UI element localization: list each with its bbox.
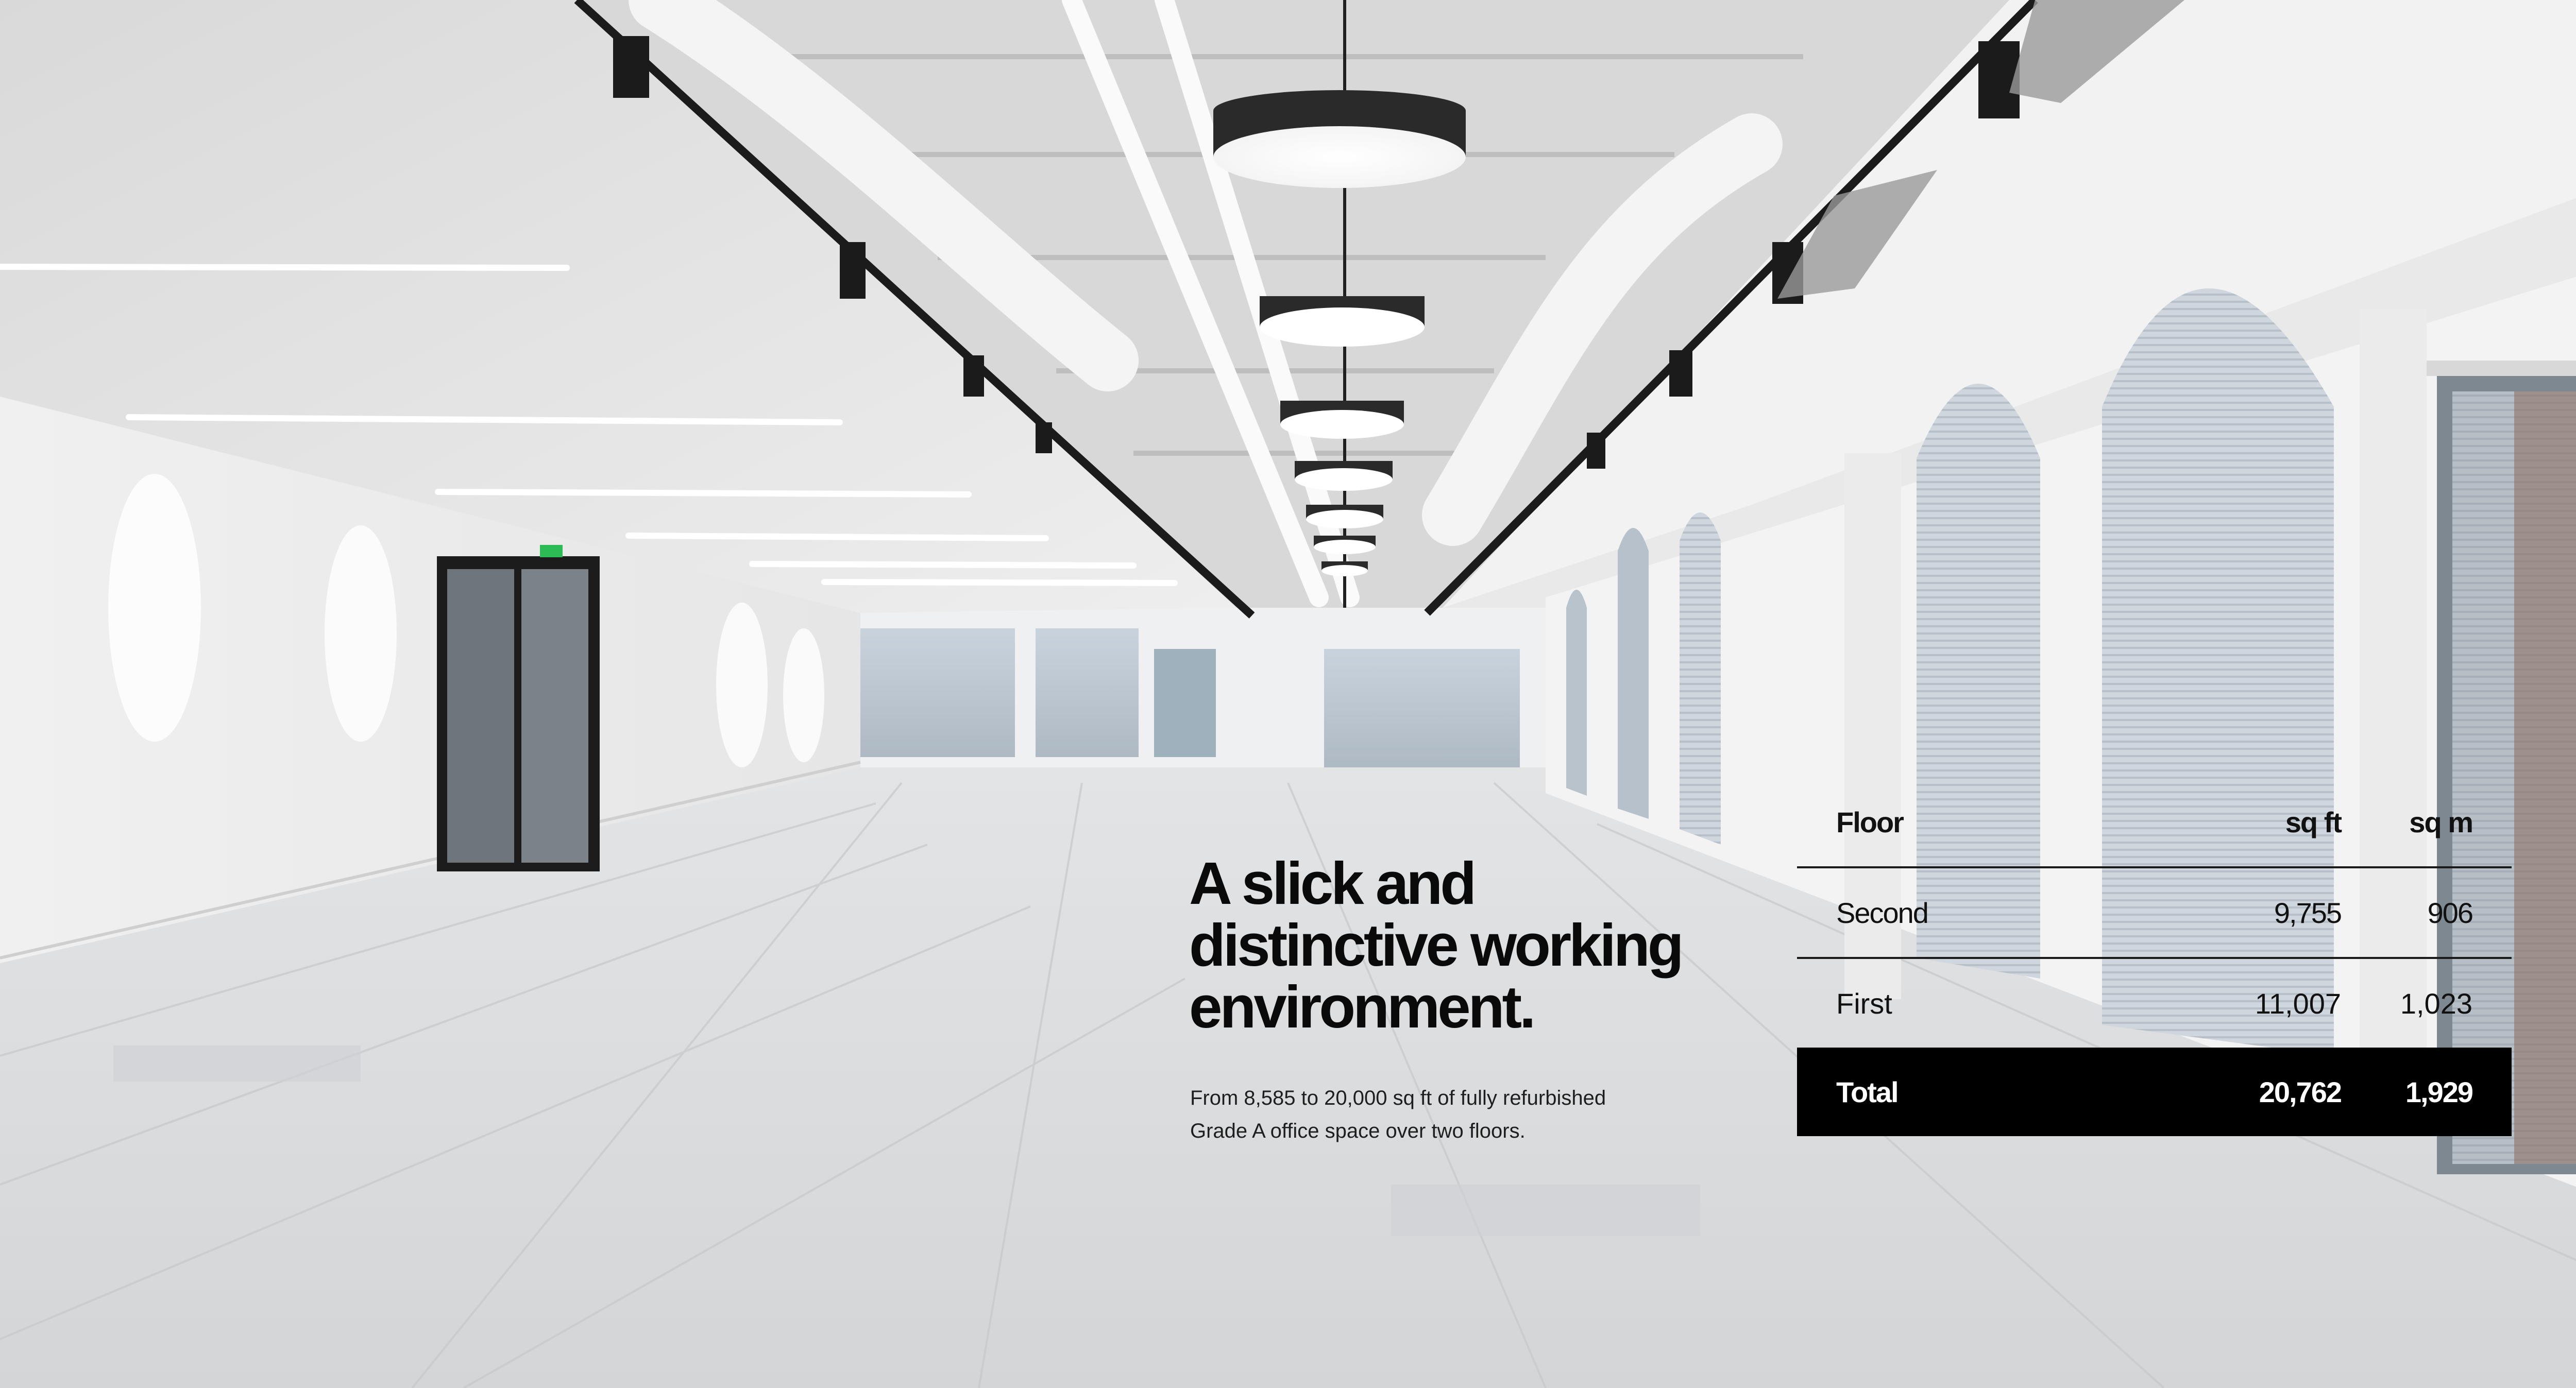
- cell-floor: First: [1836, 987, 1892, 1020]
- total-row: Total 20,762 1,929: [1797, 1048, 2512, 1136]
- office-interior-photo: [0, 0, 2576, 1388]
- table-row: Second 9,755 906: [1797, 867, 2512, 959]
- header-sq-ft: sq ft: [2125, 778, 2342, 868]
- headline: A slick and distinctive working environm…: [1189, 852, 1704, 1038]
- headline-line: distinctive working: [1189, 912, 1684, 979]
- cell-sq-m: 1,023: [2400, 987, 2472, 1020]
- total-sq-ft: 20,762: [2125, 1048, 2342, 1136]
- cell-sq-ft: 9,755: [2125, 867, 2342, 959]
- total-label: Total: [1797, 1048, 2125, 1136]
- total-sq-m: 1,929: [2341, 1048, 2512, 1136]
- table-total: Total 20,762 1,929: [1797, 1048, 2512, 1136]
- subtext-line: Grade A office space over two floors.: [1190, 1120, 1526, 1142]
- header-sq-m: sq m: [2341, 778, 2512, 868]
- subtext-line: From 8,585 to 20,000 sq ft of fully refu…: [1190, 1087, 1606, 1109]
- header-floor: Floor: [1797, 778, 2125, 868]
- cell-sq-ft: 11,007: [2255, 987, 2341, 1020]
- table-header-row: Floor sq ft sq m: [1797, 778, 2512, 868]
- office-interior-illustration: [0, 0, 2576, 1388]
- headline-line: A slick and: [1189, 850, 1477, 917]
- cell-sq-m: 906: [2341, 867, 2512, 959]
- table-body: Second 9,755 906 First 11,007 1,023: [1797, 867, 2512, 1048]
- floor-area-table: Floor sq ft sq m Second 9,755 906 First …: [1797, 778, 2512, 1136]
- hero-subtext: From 8,585 to 20,000 sq ft of fully refu…: [1190, 1082, 1695, 1147]
- table-row: First 11,007 1,023: [1797, 958, 2512, 1048]
- headline-line: environment.: [1189, 973, 1536, 1040]
- cell-floor: Second: [1797, 867, 2125, 959]
- table-header: Floor sq ft sq m: [1797, 778, 2512, 868]
